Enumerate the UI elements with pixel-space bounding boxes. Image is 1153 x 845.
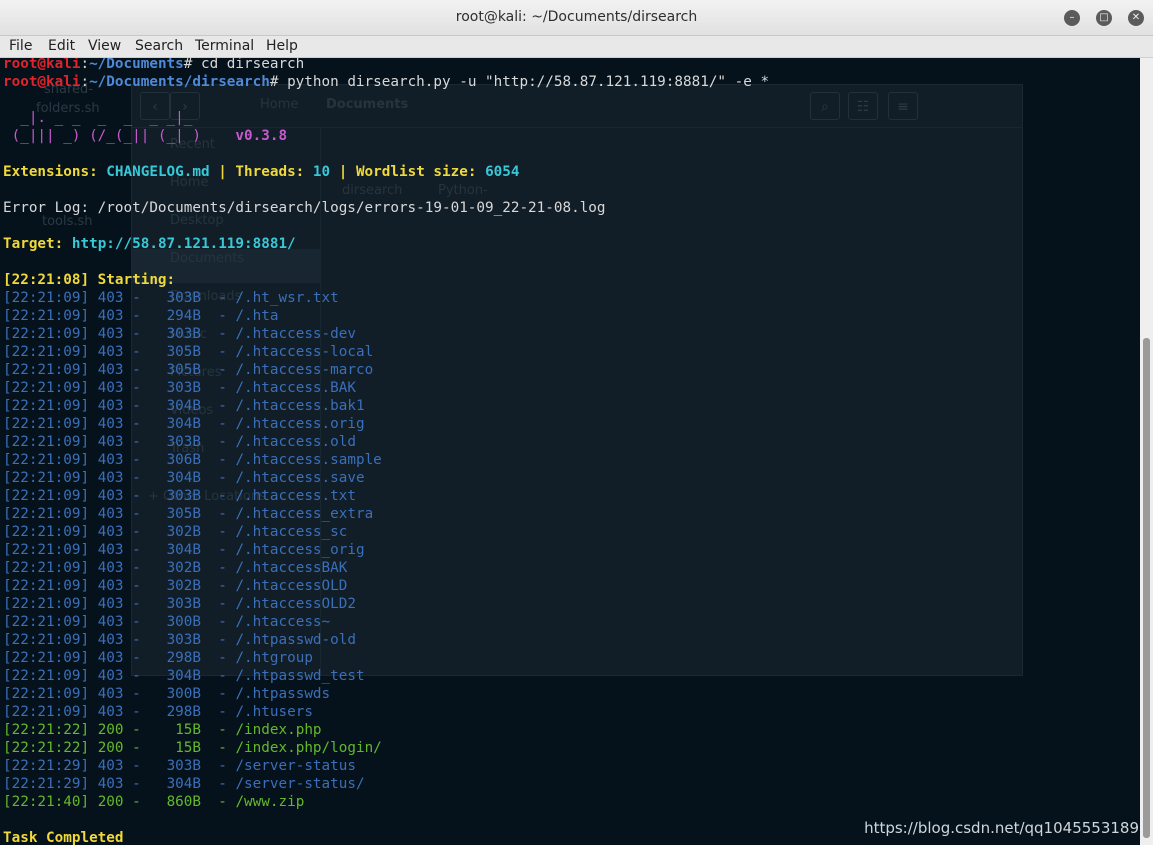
results-list: [22:21:09] 403 - 303B - /.ht_wsr.txt [22:…	[3, 289, 769, 811]
terminal-scrollbar[interactable]	[1140, 58, 1153, 845]
watermark-text: https://blog.csdn.net/qq1045553189	[864, 819, 1139, 837]
result-row: [22:21:09] 403 - 305B - /.htaccess-local	[3, 344, 374, 360]
menu-icon: ≡	[888, 92, 918, 120]
target-line: Target: http://58.87.121.119:8881/	[3, 236, 296, 252]
result-row: [22:21:09] 403 - 303B - /.htaccess.txt	[3, 488, 356, 504]
minimize-icon[interactable]: –	[1064, 10, 1080, 26]
menu-view[interactable]: View	[88, 38, 121, 54]
menu-search[interactable]: Search	[135, 38, 183, 54]
task-completed-line: Task Completed	[3, 830, 124, 845]
result-row: [22:21:09] 403 - 304B - /.htaccess.save	[3, 470, 365, 486]
terminal-lines: root@kali:~/Documents# cd dirsearch root…	[3, 58, 769, 845]
result-row: [22:21:29] 403 - 303B - /server-status	[3, 758, 356, 774]
result-row: [22:21:22] 200 - 15B - /index.php/login/	[3, 740, 382, 756]
window-titlebar[interactable]: root@kali: ~/Documents/dirsearch – □ ✕	[0, 0, 1153, 36]
result-row: [22:21:09] 403 - 302B - /.htaccess_sc	[3, 524, 348, 540]
maximize-icon[interactable]: □	[1096, 10, 1112, 26]
prompt-path: ~/Documents	[89, 58, 184, 72]
result-row: [22:21:09] 403 - 304B - /.htpasswd_test	[3, 668, 365, 684]
window-title: root@kali: ~/Documents/dirsearch	[455, 9, 698, 25]
result-row: [22:21:09] 403 - 298B - /.htgroup	[3, 650, 313, 666]
banner-version: v0.3.8	[235, 128, 288, 144]
command-line: root@kali:~/Documents/dirsearch# python …	[3, 74, 770, 90]
prompt-user: root@kali	[3, 58, 81, 72]
result-row: [22:21:09] 403 - 304B - /.htaccess_orig	[3, 542, 365, 558]
result-row: [22:21:09] 403 - 300B - /.htpasswds	[3, 686, 331, 702]
result-row: [22:21:40] 200 - 860B - /www.zip	[3, 794, 305, 810]
result-row: [22:21:09] 403 - 305B - /.htaccess_extra	[3, 506, 374, 522]
menu-edit[interactable]: Edit	[48, 38, 75, 54]
close-icon[interactable]: ✕	[1128, 10, 1144, 26]
terminal-output[interactable]: ‹ › Home Documents ⌕ ☷ ≡ Recent Home Des…	[0, 58, 1140, 845]
result-row: [22:21:09] 403 - 302B - /.htaccessBAK	[3, 560, 348, 576]
result-row: [22:21:09] 403 - 303B - /.ht_wsr.txt	[3, 290, 339, 306]
result-row: [22:21:09] 403 - 303B - /.htaccessOLD2	[3, 596, 356, 612]
starting-line: [22:21:08] Starting:	[3, 272, 176, 288]
result-row: [22:21:09] 403 - 306B - /.htaccess.sampl…	[3, 452, 382, 468]
search-icon: ⌕	[810, 92, 840, 120]
menu-file[interactable]: File	[9, 38, 32, 54]
error-log-line: Error Log: /root/Documents/dirsearch/log…	[3, 200, 606, 216]
result-row: [22:21:09] 403 - 294B - /.hta	[3, 308, 279, 324]
menu-terminal[interactable]: Terminal	[195, 38, 254, 54]
banner-line: (_||| _) (/_(_|| (_| ) v0.3.8	[3, 128, 288, 144]
prompt-path: ~/Documents/dirsearch	[89, 74, 270, 90]
result-row: [22:21:09] 403 - 303B - /.htaccess.BAK	[3, 380, 356, 396]
result-row: [22:21:09] 403 - 298B - /.htusers	[3, 704, 313, 720]
result-row: [22:21:22] 200 - 15B - /index.php	[3, 722, 322, 738]
scrollbar-thumb[interactable]	[1143, 338, 1150, 838]
result-row: [22:21:29] 403 - 304B - /server-status/	[3, 776, 365, 792]
result-row: [22:21:09] 403 - 303B - /.htpasswd-old	[3, 632, 356, 648]
menu-help[interactable]: Help	[266, 38, 298, 54]
banner-line: _|. _ _ _ _ _ _|_	[3, 110, 193, 126]
result-row: [22:21:09] 403 - 304B - /.htaccess.bak1	[3, 398, 365, 414]
result-row: [22:21:09] 403 - 303B - /.htaccess-dev	[3, 326, 356, 342]
command-text: python dirsearch.py -u "http://58.87.121…	[287, 74, 770, 90]
config-line: Extensions: CHANGELOG.md | Threads: 10 |…	[3, 164, 520, 180]
result-row: [22:21:09] 403 - 300B - /.htaccess~	[3, 614, 331, 630]
command-text: cd dirsearch	[200, 58, 305, 72]
result-row: [22:21:09] 403 - 304B - /.htaccess.orig	[3, 416, 365, 432]
result-row: [22:21:09] 403 - 303B - /.htaccess.old	[3, 434, 356, 450]
menu-bar: File Edit View Search Terminal Help	[0, 36, 1153, 58]
prompt-user: root@kali	[3, 74, 81, 90]
view-options-icon: ☷	[848, 92, 878, 120]
result-row: [22:21:09] 403 - 305B - /.htaccess-marco	[3, 362, 374, 378]
command-line: root@kali:~/Documents# cd dirsearch	[3, 58, 305, 72]
result-row: [22:21:09] 403 - 302B - /.htaccessOLD	[3, 578, 348, 594]
